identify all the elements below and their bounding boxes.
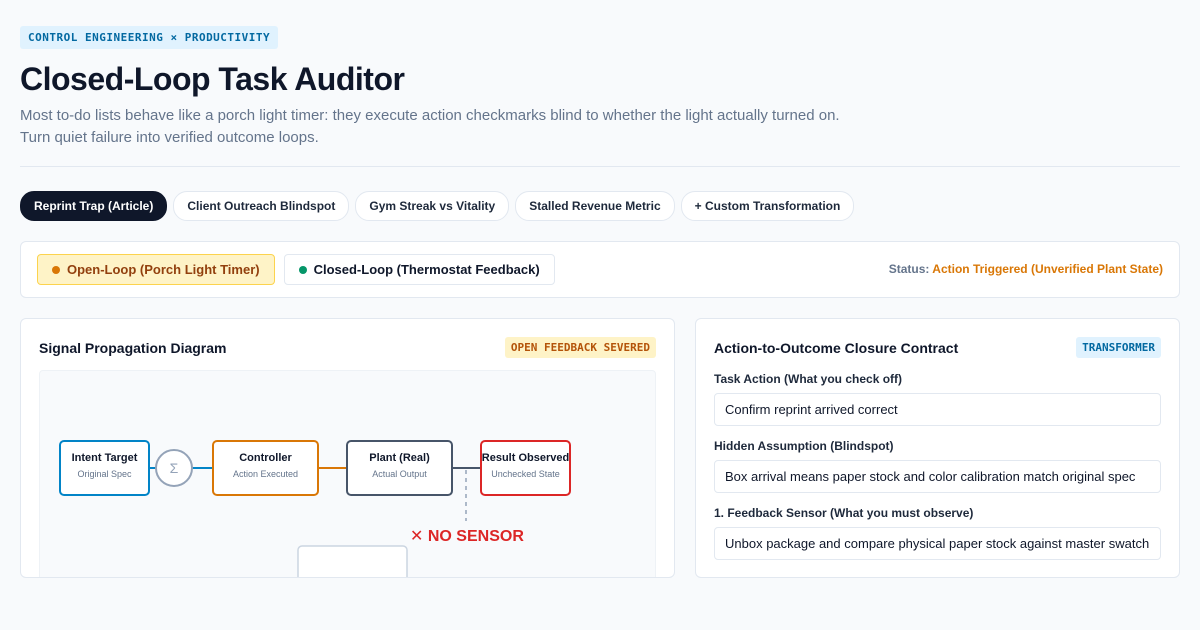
open-loop-label: Open-Loop (Porch Light Timer) (67, 262, 260, 277)
plant-node: Plant (Real) Actual Output (346, 440, 453, 496)
controller-title: Controller (239, 452, 292, 464)
signal-diagram-svg: Intent Target Original Spec Σ Controller (59, 440, 571, 577)
header-divider (20, 166, 1180, 167)
main-columns: Signal Propagation Diagram OPEN FEEDBACK… (20, 318, 1180, 578)
page-subtitle: Most to-do lists behave like a porch lig… (20, 107, 840, 146)
sensor-placeholder-box (297, 545, 408, 577)
result-observed-title: Result Observed (482, 452, 569, 464)
summing-junction-node: Σ (155, 449, 193, 487)
closure-contract-header: Action-to-Outcome Closure Contract TRANS… (714, 337, 1161, 358)
kicker-label: CONTROL ENGINEERING × PRODUCTIVITY (20, 26, 279, 49)
hidden-assumption-field: Hidden Assumption (Blindspot) (714, 439, 1161, 493)
signal-diagram: Intent Target Original Spec Σ Controller (39, 370, 656, 577)
closed-loop-label: Closed-Loop (Thermostat Feedback) (313, 262, 540, 277)
result-observed-sub: Unchecked State (491, 469, 560, 479)
tab-reprint-trap[interactable]: Reprint Trap (Article) (20, 191, 168, 221)
tab-custom-transformation[interactable]: + Custom Transformation (680, 191, 855, 221)
page: CONTROL ENGINEERING × PRODUCTIVITY Close… (20, 26, 1180, 578)
no-sensor-warning: ✕ NO SENSOR (410, 528, 524, 545)
tab-stalled-revenue[interactable]: Stalled Revenue Metric (515, 191, 675, 221)
feedback-sensor-input[interactable] (714, 527, 1161, 560)
closure-contract-card: Action-to-Outcome Closure Contract TRANS… (695, 318, 1180, 578)
signal-diagram-header: Signal Propagation Diagram OPEN FEEDBACK… (39, 337, 656, 358)
task-action-label: Task Action (What you check off) (714, 372, 903, 386)
result-observed-node: Result Observed Unchecked State (480, 440, 571, 496)
plant-sub: Actual Output (372, 469, 427, 479)
sigma-icon: Σ (170, 460, 179, 476)
tab-gym-streak[interactable]: Gym Streak vs Vitality (355, 191, 510, 221)
closure-contract-title: Action-to-Outcome Closure Contract (714, 339, 959, 356)
closed-loop-toggle[interactable]: Closed-Loop (Thermostat Feedback) (283, 254, 555, 285)
closed-loop-dot-icon (298, 265, 307, 274)
open-loop-dot-icon (52, 265, 60, 274)
controller-sub: Action Executed (233, 469, 298, 479)
scenario-tabs: Reprint Trap (Article) Client Outreach B… (20, 191, 1180, 221)
signal-diagram-card: Signal Propagation Diagram OPEN FEEDBACK… (20, 318, 675, 578)
loop-status: Status: Action Triggered (Unverified Pla… (889, 262, 1163, 276)
page-title: Closed-Loop Task Auditor (20, 61, 405, 97)
plant-title: Plant (Real) (369, 452, 430, 464)
feedback-severed-badge: OPEN FEEDBACK SEVERED (504, 337, 656, 358)
feedback-sensor-field: 1. Feedback Sensor (What you must observ… (714, 506, 1161, 560)
status-value: Action Triggered (Unverified Plant State… (932, 262, 1163, 276)
task-action-field: Task Action (What you check off) (714, 372, 1161, 426)
intent-target-sub: Original Spec (77, 469, 132, 479)
intent-target-title: Intent Target (72, 452, 138, 464)
status-label: Status: (888, 262, 930, 276)
hidden-assumption-input[interactable] (714, 460, 1161, 493)
open-loop-toggle[interactable]: Open-Loop (Porch Light Timer) (37, 254, 275, 285)
controller-node: Controller Action Executed (212, 440, 319, 496)
signal-diagram-title: Signal Propagation Diagram (39, 339, 227, 356)
hidden-assumption-label: Hidden Assumption (Blindspot) (714, 439, 894, 453)
mode-bar: Open-Loop (Porch Light Timer) Closed-Loo… (20, 241, 1180, 298)
tab-client-outreach[interactable]: Client Outreach Blindspot (173, 191, 350, 221)
intent-target-node: Intent Target Original Spec (59, 440, 150, 496)
task-action-input[interactable] (714, 393, 1161, 426)
feedback-sensor-label: 1. Feedback Sensor (What you must observ… (714, 506, 974, 520)
transformer-badge: TRANSFORMER (1076, 337, 1161, 358)
